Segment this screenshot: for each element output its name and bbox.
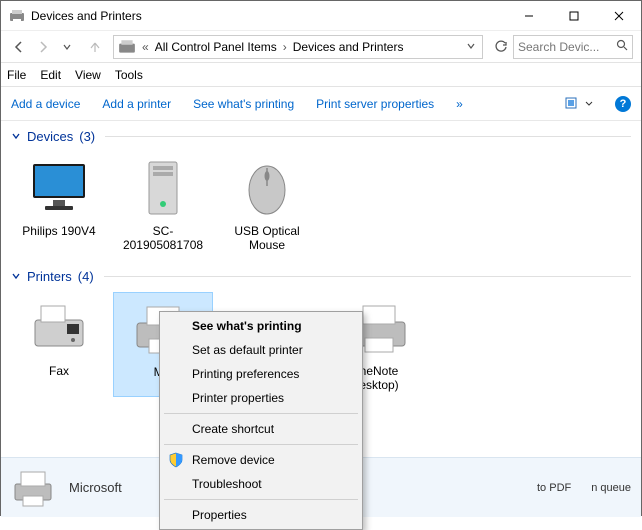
print-server-properties-button[interactable]: Print server properties: [316, 97, 434, 111]
context-remove-device[interactable]: Remove device: [162, 448, 360, 472]
shield-icon: [168, 452, 184, 468]
up-button[interactable]: [83, 35, 107, 59]
group-count: (4): [78, 269, 94, 284]
printer-label: neNoteesktop): [359, 364, 398, 393]
app-icon: [9, 8, 25, 24]
fax-icon: [27, 296, 91, 360]
context-see-printing[interactable]: See what's printing: [162, 314, 360, 338]
toolbar: Add a device Add a printer See what's pr…: [1, 87, 641, 121]
menu-file[interactable]: File: [7, 68, 26, 82]
monitor-icon: [27, 156, 91, 220]
device-label: Philips 190V4: [22, 224, 95, 238]
device-item-monitor[interactable]: Philips 190V4: [9, 152, 109, 257]
group-count: (3): [79, 129, 95, 144]
printer-item-fax[interactable]: Fax: [9, 292, 109, 397]
chevron-left-double-icon[interactable]: «: [138, 40, 153, 54]
printer-large-icon: [11, 466, 55, 510]
status-queue-value: n queue: [591, 482, 631, 494]
breadcrumb-item[interactable]: Devices and Printers: [291, 40, 406, 54]
maximize-button[interactable]: [551, 1, 596, 30]
menu-tools[interactable]: Tools: [115, 68, 143, 82]
address-bar[interactable]: « All Control Panel Items › Devices and …: [113, 35, 483, 59]
view-options-button[interactable]: [565, 97, 593, 111]
search-icon: [616, 39, 628, 54]
mouse-icon: [235, 156, 299, 220]
device-item-mouse[interactable]: USB Optical Mouse: [217, 152, 317, 257]
context-menu: See what's printing Set as default print…: [159, 311, 363, 530]
device-label: SC-201905081708: [115, 224, 211, 253]
context-printing-prefs[interactable]: Printing preferences: [162, 362, 360, 386]
context-printer-props[interactable]: Printer properties: [162, 386, 360, 410]
titlebar: Devices and Printers: [1, 1, 641, 31]
forward-button[interactable]: [31, 35, 55, 59]
navbar: « All Control Panel Items › Devices and …: [1, 31, 641, 63]
group-header-printers[interactable]: Printers (4): [1, 261, 641, 288]
add-printer-button[interactable]: Add a printer: [102, 97, 171, 111]
chevron-down-icon: [11, 129, 21, 144]
address-history-button[interactable]: [462, 40, 480, 54]
status-state-value: to PDF: [537, 482, 571, 494]
address-icon: [118, 38, 136, 56]
chevron-down-icon: [11, 269, 21, 284]
window-title: Devices and Printers: [31, 9, 506, 23]
toolbar-overflow-button[interactable]: »: [456, 97, 463, 111]
context-set-default[interactable]: Set as default printer: [162, 338, 360, 362]
search-placeholder: Search Devic...: [518, 40, 599, 54]
menubar: File Edit View Tools: [1, 63, 641, 87]
context-troubleshoot[interactable]: Troubleshoot: [162, 472, 360, 496]
device-label: USB Optical Mouse: [219, 224, 315, 253]
breadcrumb-item[interactable]: All Control Panel Items: [153, 40, 279, 54]
minimize-button[interactable]: [506, 1, 551, 30]
group-title: Devices: [27, 129, 73, 144]
context-create-shortcut[interactable]: Create shortcut: [162, 417, 360, 441]
chevron-right-icon: ›: [279, 40, 291, 54]
recent-locations-button[interactable]: [55, 35, 79, 59]
see-printing-button[interactable]: See what's printing: [193, 97, 294, 111]
close-button[interactable]: [596, 1, 641, 30]
add-device-button[interactable]: Add a device: [11, 97, 80, 111]
computer-tower-icon: [131, 156, 195, 220]
group-title: Printers: [27, 269, 72, 284]
group-header-devices[interactable]: Devices (3): [1, 121, 641, 148]
search-input[interactable]: Search Devic...: [513, 35, 633, 59]
status-name: Microsoft: [69, 480, 122, 495]
menu-edit[interactable]: Edit: [40, 68, 61, 82]
menu-view[interactable]: View: [75, 68, 101, 82]
device-item-computer[interactable]: SC-201905081708: [113, 152, 213, 257]
back-button[interactable]: [7, 35, 31, 59]
refresh-button[interactable]: [489, 35, 513, 59]
printer-label: Fax: [49, 364, 69, 378]
help-button[interactable]: ?: [615, 96, 631, 112]
context-properties[interactable]: Properties: [162, 503, 360, 527]
